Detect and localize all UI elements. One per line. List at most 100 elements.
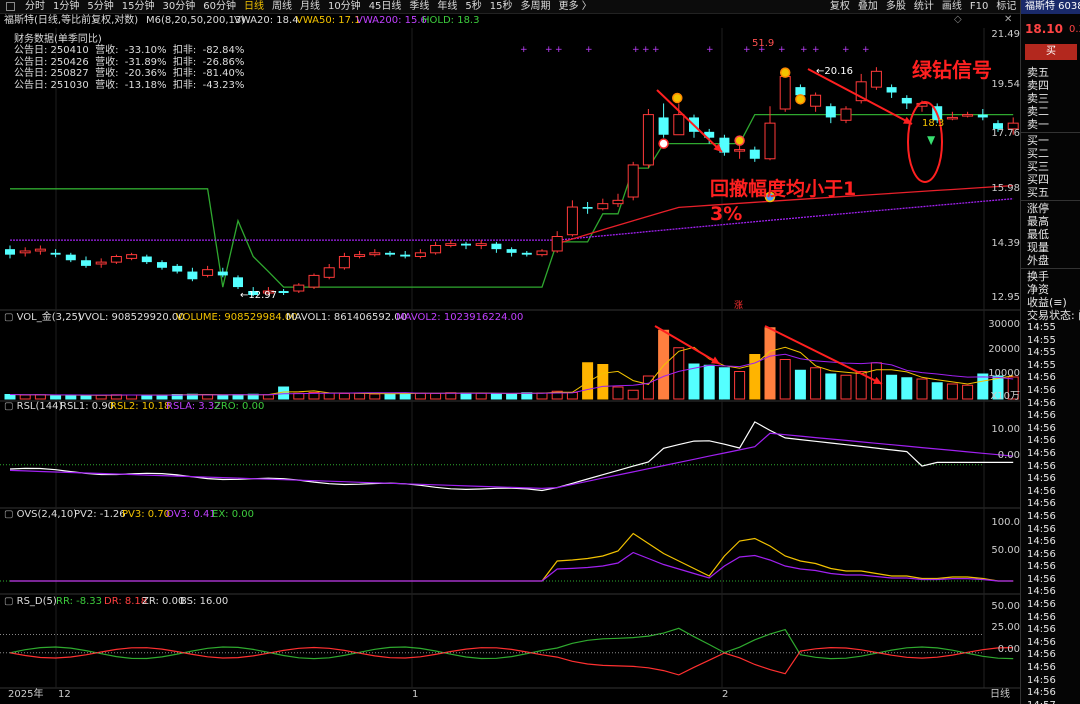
period-tab[interactable]: 季线	[405, 0, 433, 14]
buy-button[interactable]: 买	[1025, 44, 1077, 60]
window-icon[interactable]	[6, 2, 15, 11]
candle-body	[293, 284, 305, 292]
toolbar-right-tab[interactable]: F10	[966, 0, 992, 14]
tick-time: 14:56	[1027, 422, 1056, 434]
mavol1-label: MAVOL1: 861406592.00	[286, 312, 408, 323]
tick-time: 14:56	[1027, 611, 1056, 623]
volume-bar	[673, 347, 685, 400]
volume-bar	[19, 394, 31, 400]
buy-level: 买一	[1027, 134, 1049, 147]
candle-body	[187, 271, 198, 280]
settings-icon[interactable]: ◇	[954, 14, 962, 26]
price-axis-label: 14.39	[991, 238, 1020, 249]
tick-time: 14:55	[1027, 334, 1056, 346]
vwa20-label: VWA20: 18.4	[234, 15, 299, 26]
zr-label: ZR: 0.00	[142, 596, 185, 607]
toolbar-right-tab[interactable]: 标记	[992, 0, 1020, 14]
candle-body	[582, 207, 593, 209]
top-tick-mark: +	[632, 45, 640, 55]
volume-bar	[536, 392, 548, 400]
volume-bar	[262, 394, 274, 400]
dr-label: DR: 8.18	[104, 596, 148, 607]
tick-time: 14:56	[1027, 687, 1056, 699]
period-tab[interactable]: 周线	[268, 0, 296, 14]
vol-axis-label: 10000	[988, 368, 1020, 379]
period-tab[interactable]: 更多 〉	[555, 0, 596, 14]
toolbar-right-tab[interactable]: 画线	[938, 0, 966, 14]
tick-time: 14:56	[1027, 561, 1056, 573]
close-icon[interactable]: ✕	[1004, 14, 1012, 26]
volume-bar	[597, 364, 609, 400]
period-tab[interactable]: 15分钟	[118, 0, 159, 14]
candle-body	[597, 203, 609, 210]
tick-time: 14:57	[1021, 700, 1080, 704]
signal-annotation: 绿钻信号	[912, 58, 992, 82]
candle-body	[840, 108, 852, 121]
signal-marker	[658, 138, 669, 149]
financial-row: 公告日: 250426 营收: -31.89% 扣非: -26.86%	[14, 56, 245, 68]
financial-title: 财务数据(单季同比)	[14, 34, 102, 45]
period-tab[interactable]: 分时	[21, 0, 49, 14]
candle-body	[338, 256, 350, 269]
toolbar-right-tab[interactable]: 叠加	[854, 0, 882, 14]
candle-body	[95, 261, 107, 265]
candle-body	[308, 274, 320, 288]
zhang-mark: 涨	[734, 301, 744, 311]
candle-body	[506, 249, 517, 253]
period-tab[interactable]: 60分钟	[199, 0, 240, 14]
rsd-rr-line	[9, 627, 1014, 660]
period-tab[interactable]: 15秒	[486, 0, 517, 14]
ovs-pv3-line	[10, 532, 1014, 582]
buy-level: 买五	[1027, 186, 1049, 199]
candle-body	[110, 256, 122, 263]
volume-bar	[612, 386, 624, 400]
candle-body	[901, 97, 912, 104]
period-tab[interactable]: 日线	[240, 0, 268, 14]
candle-body	[65, 254, 76, 261]
tick-time: 14:56	[1027, 410, 1056, 422]
candle-body	[764, 122, 776, 160]
candle-body	[369, 252, 381, 256]
toolbar-right-tab[interactable]: 复权	[826, 0, 854, 14]
signal-marker	[734, 135, 745, 146]
volume-bar	[323, 392, 335, 400]
period-tab[interactable]: 年线	[433, 0, 461, 14]
tick-time: 14:56	[1027, 636, 1056, 648]
period-tab[interactable]: 10分钟	[324, 0, 365, 14]
high2-mark: ←20.16	[816, 66, 854, 77]
period-tab[interactable]: 多周期	[517, 0, 555, 14]
period-tab[interactable]: 5分钟	[83, 0, 117, 14]
tick-time: 14:56	[1027, 523, 1056, 535]
period-tab[interactable]: 5秒	[461, 0, 485, 14]
ovs-ov3-line	[10, 551, 1014, 582]
period-tab[interactable]: 30分钟	[158, 0, 199, 14]
period-tab[interactable]: 月线	[296, 0, 324, 14]
quote-stat: 现量	[1027, 241, 1049, 254]
chart-area[interactable]: + + + + + + + + + + + + + + + 福斯特(日线,等比前复权,对数) M6(8,20…	[0, 14, 1020, 704]
buy-level: 买四	[1027, 173, 1049, 186]
candle-body	[779, 76, 791, 110]
period-tab[interactable]: 1分钟	[49, 0, 83, 14]
candle-body	[566, 206, 578, 236]
x-axis-year: 2025年	[8, 689, 44, 700]
price-axis-label: 17.76	[991, 128, 1020, 139]
toolbar-right-tab[interactable]: 统计	[910, 0, 938, 14]
period-tab[interactable]: 45日线	[365, 0, 406, 14]
high-mark: 51.9	[752, 38, 775, 49]
vol-axis-label: 30000	[988, 319, 1020, 330]
toolbar-right-tab[interactable]: 多股	[882, 0, 910, 14]
candle-body	[323, 267, 335, 278]
candle-body	[734, 149, 746, 152]
signal-marker	[672, 92, 683, 104]
ma-label: M6(8,20,50,200,13)	[146, 15, 246, 26]
tick-time: 14:56	[1027, 447, 1056, 459]
candle-body	[825, 106, 836, 118]
candle-body	[172, 265, 183, 272]
tick-time: 14:56	[1027, 498, 1056, 510]
candle-body	[795, 87, 806, 96]
candle-body	[278, 291, 289, 294]
rsd-name: ▢ RS_D(5)	[4, 596, 57, 607]
top-tick-mark: +	[555, 45, 563, 55]
stock-name[interactable]: 福斯特 603806	[1021, 0, 1080, 14]
tick-time: 14:56	[1027, 662, 1056, 674]
